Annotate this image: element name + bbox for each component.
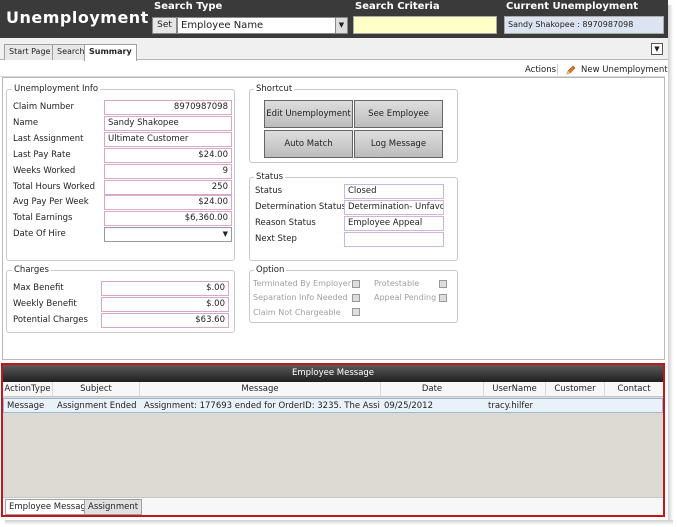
appeal-pending-label: Appeal Pending bbox=[374, 293, 437, 302]
last-assignment-field[interactable]: Ultimate Customer bbox=[104, 132, 232, 147]
chevron-down-icon[interactable]: ▼ bbox=[335, 18, 347, 33]
pencil-icon bbox=[566, 65, 576, 75]
next-step-label: Next Step bbox=[255, 234, 297, 244]
search-criteria-label: Search Criteria bbox=[355, 1, 440, 12]
total-earnings-field[interactable]: $6,360.00 bbox=[104, 211, 232, 226]
tab-employee-message[interactable]: Employee Message bbox=[5, 499, 96, 515]
app-title: Unemployment bbox=[6, 8, 149, 27]
potential-charges-label: Potential Charges bbox=[13, 315, 88, 325]
claim-number-label: Claim Number bbox=[13, 102, 74, 112]
log-message-button[interactable]: Log Message bbox=[354, 130, 443, 158]
avg-pay-label: Avg Pay Per Week bbox=[13, 197, 89, 207]
total-earnings-label: Total Earnings bbox=[13, 213, 73, 223]
actions-menu[interactable]: Actions bbox=[525, 65, 556, 75]
current-unemployment-value: Sandy Shakopee : 8970987098 bbox=[504, 16, 664, 34]
terminated-by-employer-checkbox[interactable] bbox=[352, 280, 360, 288]
max-benefit-label: Max Benefit bbox=[13, 283, 64, 293]
table-row[interactable]: Message Assignment Ended Assignment: 177… bbox=[3, 398, 663, 413]
new-unemployment-button[interactable]: New Unemployment bbox=[581, 65, 668, 75]
window-shadow-bottom bbox=[5, 520, 673, 525]
col-customer[interactable]: Customer bbox=[546, 382, 605, 397]
total-hours-field[interactable]: 250 bbox=[104, 180, 232, 195]
search-type-select[interactable]: Employee Name ▼ bbox=[177, 17, 348, 34]
last-pay-rate-label: Last Pay Rate bbox=[13, 150, 71, 160]
see-employee-button[interactable]: See Employee bbox=[354, 100, 443, 128]
current-unemployment-label: Current Unemployment bbox=[506, 1, 639, 12]
avg-pay-field[interactable]: $24.00 bbox=[104, 195, 232, 210]
search-criteria-input[interactable] bbox=[353, 16, 497, 34]
window-shadow-right bbox=[668, 5, 673, 523]
potential-charges-field[interactable]: $63.60 bbox=[101, 313, 229, 328]
action-separator bbox=[557, 64, 558, 75]
col-contact[interactable]: Contact bbox=[605, 382, 663, 397]
col-username[interactable]: UserName bbox=[484, 382, 546, 397]
cell-message: Assignment: 177693 ended for OrderID: 32… bbox=[144, 401, 380, 411]
unemployment-info-title: Unemployment Info bbox=[12, 84, 101, 94]
employee-message-panel: Employee Message ActionType Subject Mess… bbox=[1, 363, 665, 517]
weekly-benefit-field[interactable]: $.00 bbox=[101, 297, 229, 312]
appeal-pending-checkbox[interactable] bbox=[439, 294, 447, 302]
weeks-worked-label: Weeks Worked bbox=[13, 166, 76, 176]
option-title: Option bbox=[254, 265, 287, 275]
claim-not-chargeable-label: Claim Not Chargeable bbox=[253, 308, 341, 317]
terminated-by-employer-label: Terminated By Employer bbox=[253, 279, 352, 288]
cell-date: 09/25/2012 bbox=[384, 401, 433, 411]
weeks-worked-field[interactable]: 9 bbox=[104, 164, 232, 179]
protestable-label: Protestable bbox=[374, 279, 420, 288]
claim-number-field[interactable]: 8970987098 bbox=[104, 100, 232, 115]
last-assignment-label: Last Assignment bbox=[13, 134, 84, 144]
shortcut-title: Shortcut bbox=[254, 84, 295, 94]
charges-title: Charges bbox=[12, 265, 51, 275]
col-message[interactable]: Message bbox=[140, 382, 381, 397]
col-action-type[interactable]: ActionType bbox=[3, 382, 53, 397]
tab-start-page[interactable]: Start Page bbox=[4, 44, 56, 60]
status-field[interactable]: Closed bbox=[344, 184, 444, 199]
search-type-value: Employee Name bbox=[181, 20, 264, 31]
date-of-hire-label: Date Of Hire bbox=[13, 229, 66, 239]
search-type-label: Search Type bbox=[154, 1, 223, 12]
bottom-tab-strip: Employee Message Assignment bbox=[3, 497, 663, 515]
weekly-benefit-label: Weekly Benefit bbox=[13, 299, 77, 309]
protestable-checkbox[interactable] bbox=[439, 280, 447, 288]
total-hours-label: Total Hours Worked bbox=[13, 182, 96, 192]
message-grid-header: ActionType Subject Message Date UserName… bbox=[3, 382, 663, 397]
name-field[interactable]: Sandy Shakopee bbox=[104, 116, 232, 131]
claim-not-chargeable-checkbox[interactable] bbox=[352, 308, 360, 316]
determination-status-field[interactable]: Determination- Unfavor bbox=[344, 200, 444, 215]
reason-status-label: Reason Status bbox=[255, 218, 316, 228]
tab-assignment[interactable]: Assignment bbox=[84, 499, 143, 515]
status-title: Status bbox=[254, 172, 286, 182]
next-step-field[interactable] bbox=[344, 232, 444, 247]
cell-action-type: Message bbox=[7, 401, 45, 411]
status-label: Status bbox=[255, 186, 283, 196]
separation-info-needed-checkbox[interactable] bbox=[352, 294, 360, 302]
edit-unemployment-button[interactable]: Edit Unemployment bbox=[264, 100, 353, 128]
date-of-hire-picker[interactable]: ▼ bbox=[104, 227, 232, 242]
tab-summary[interactable]: Summary bbox=[84, 44, 137, 61]
separation-info-needed-label: Separation Info Needed bbox=[253, 293, 348, 302]
auto-match-button[interactable]: Auto Match bbox=[264, 130, 353, 158]
cell-subject: Assignment Ended bbox=[57, 401, 137, 411]
employee-message-header: Employee Message bbox=[3, 365, 663, 382]
name-label: Name bbox=[13, 118, 39, 128]
col-subject[interactable]: Subject bbox=[53, 382, 140, 397]
reason-status-field[interactable]: Employee Appeal bbox=[344, 216, 444, 231]
determination-status-label: Determination Status bbox=[255, 202, 346, 212]
chevron-down-icon[interactable]: ▼ bbox=[223, 228, 228, 241]
cell-username: tracy.hilfer bbox=[488, 401, 534, 411]
tab-menu-dropdown-icon[interactable]: ▼ bbox=[651, 43, 663, 55]
set-button[interactable]: Set bbox=[152, 17, 177, 34]
last-pay-rate-field[interactable]: $24.00 bbox=[104, 148, 232, 163]
max-benefit-field[interactable]: $.00 bbox=[101, 281, 229, 296]
col-date[interactable]: Date bbox=[381, 382, 484, 397]
